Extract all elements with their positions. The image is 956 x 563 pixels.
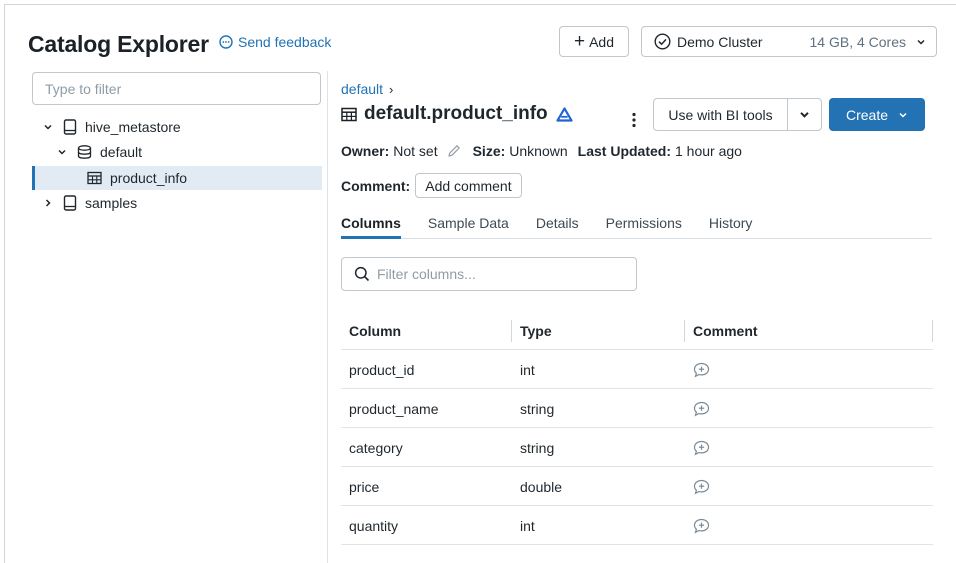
column-resize-handle[interactable] bbox=[684, 320, 685, 342]
database-icon bbox=[77, 145, 92, 159]
header-type[interactable]: Type bbox=[520, 311, 552, 350]
delta-icon bbox=[556, 106, 573, 122]
header-comment[interactable]: Comment bbox=[693, 311, 758, 350]
column-type: int bbox=[520, 361, 535, 378]
add-comment-icon[interactable] bbox=[693, 350, 710, 389]
table-row: price double bbox=[341, 467, 933, 506]
chevron-down-icon bbox=[899, 112, 907, 118]
more-options-button[interactable] bbox=[628, 108, 640, 132]
add-comment-icon[interactable] bbox=[693, 389, 710, 428]
tree-item-default[interactable]: default bbox=[55, 140, 142, 164]
chevron-down-icon bbox=[917, 39, 925, 45]
last-updated-label: Last Updated: bbox=[577, 143, 671, 159]
chevron-down-icon[interactable] bbox=[55, 147, 69, 157]
breadcrumb: default › bbox=[341, 81, 393, 97]
column-type: string bbox=[520, 400, 555, 417]
filter-columns-input[interactable]: Filter columns... bbox=[341, 257, 637, 291]
page-title: Catalog Explorer bbox=[28, 31, 209, 57]
sidebar-filter-placeholder: Type to filter bbox=[45, 80, 122, 97]
sidebar-divider[interactable] bbox=[327, 71, 328, 563]
table-row: product_name string bbox=[341, 389, 933, 428]
cluster-name: Demo Cluster bbox=[677, 33, 763, 50]
tree-item-label: product_info bbox=[110, 170, 188, 186]
sidebar-filter-input[interactable]: Type to filter bbox=[32, 72, 321, 105]
table-icon bbox=[87, 171, 102, 185]
create-button-label: Create bbox=[845, 106, 889, 123]
table-metadata: Owner: Not set Size: Unknown Last Update… bbox=[341, 143, 742, 159]
check-circle-icon bbox=[654, 33, 671, 50]
add-comment-button[interactable]: Add comment bbox=[415, 173, 522, 198]
edit-owner-icon[interactable] bbox=[447, 144, 461, 158]
tab-sample-data[interactable]: Sample Data bbox=[428, 215, 509, 239]
tab-history[interactable]: History bbox=[709, 215, 753, 239]
table-title: default.product_info bbox=[341, 103, 573, 125]
comment-label: Comment: bbox=[341, 177, 411, 194]
chevron-down-icon bbox=[800, 112, 809, 118]
column-name: category bbox=[349, 439, 403, 456]
send-feedback-link[interactable]: Send feedback bbox=[219, 34, 331, 50]
breadcrumb-default-link[interactable]: default bbox=[341, 81, 383, 97]
tree-item-label: default bbox=[100, 144, 143, 160]
tree-item-label: hive_metastore bbox=[85, 119, 181, 135]
column-name: price bbox=[349, 478, 380, 495]
use-with-bi-tools-button[interactable]: Use with BI tools bbox=[654, 99, 788, 130]
cluster-spec: 14 GB, 4 Cores bbox=[809, 33, 907, 50]
owner-label: Owner: bbox=[341, 143, 390, 159]
owner-value: Not set bbox=[393, 143, 438, 159]
comment-row: Comment: Add comment bbox=[341, 173, 522, 198]
bi-tools-dropdown-button[interactable] bbox=[788, 99, 821, 130]
table-name: default.product_info bbox=[364, 103, 548, 124]
table-row: quantity int bbox=[341, 506, 933, 545]
tab-permissions[interactable]: Permissions bbox=[606, 215, 682, 239]
table-row: category string bbox=[341, 428, 933, 467]
create-button[interactable]: Create bbox=[829, 98, 925, 131]
header-column[interactable]: Column bbox=[349, 311, 401, 350]
size-value: Unknown bbox=[509, 143, 568, 159]
tab-bar: Columns Sample Data Details Permissions … bbox=[341, 215, 932, 239]
breadcrumb-separator-icon: › bbox=[389, 81, 394, 97]
catalog-icon bbox=[63, 195, 77, 211]
add-comment-icon[interactable] bbox=[693, 428, 710, 467]
tab-columns[interactable]: Columns bbox=[341, 215, 401, 239]
column-type: double bbox=[520, 478, 563, 495]
tree-item-hive-metastore[interactable]: hive_metastore bbox=[41, 115, 181, 139]
bi-tools-button-group: Use with BI tools bbox=[653, 98, 822, 131]
add-button[interactable]: + Add bbox=[559, 26, 629, 57]
search-icon bbox=[354, 266, 370, 282]
table-icon bbox=[341, 107, 357, 122]
tab-details[interactable]: Details bbox=[536, 215, 579, 239]
size-label: Size: bbox=[472, 143, 506, 159]
column-resize-handle[interactable] bbox=[932, 320, 933, 342]
add-comment-icon[interactable] bbox=[693, 506, 710, 545]
last-updated-value: 1 hour ago bbox=[675, 143, 742, 159]
chevron-right-icon[interactable] bbox=[41, 198, 55, 208]
send-feedback-label: Send feedback bbox=[238, 34, 332, 50]
column-type: string bbox=[520, 439, 555, 456]
tree-item-label: samples bbox=[85, 195, 138, 211]
table-header-row: Column Type Comment bbox=[341, 311, 933, 350]
plus-icon: + bbox=[573, 31, 586, 52]
catalog-icon bbox=[63, 119, 77, 135]
column-resize-handle[interactable] bbox=[511, 320, 512, 342]
column-name: product_name bbox=[349, 400, 439, 417]
columns-table: Column Type Comment product_id int produ… bbox=[341, 311, 933, 545]
add-comment-icon[interactable] bbox=[693, 467, 710, 506]
filter-columns-placeholder: Filter columns... bbox=[377, 266, 476, 282]
tree-item-samples[interactable]: samples bbox=[41, 191, 137, 215]
app-window: Catalog Explorer Send feedback + Add Dem… bbox=[4, 4, 956, 563]
column-name: quantity bbox=[349, 517, 399, 534]
column-type: int bbox=[520, 517, 535, 534]
add-button-label: Add bbox=[589, 33, 615, 50]
tree-item-product-info[interactable]: product_info bbox=[87, 166, 187, 190]
cluster-selector[interactable]: Demo Cluster 14 GB, 4 Cores bbox=[641, 26, 937, 57]
kebab-icon bbox=[632, 112, 636, 128]
feedback-icon bbox=[219, 35, 233, 49]
table-row: product_id int bbox=[341, 350, 933, 389]
chevron-down-icon[interactable] bbox=[41, 122, 55, 132]
column-name: product_id bbox=[349, 361, 415, 378]
